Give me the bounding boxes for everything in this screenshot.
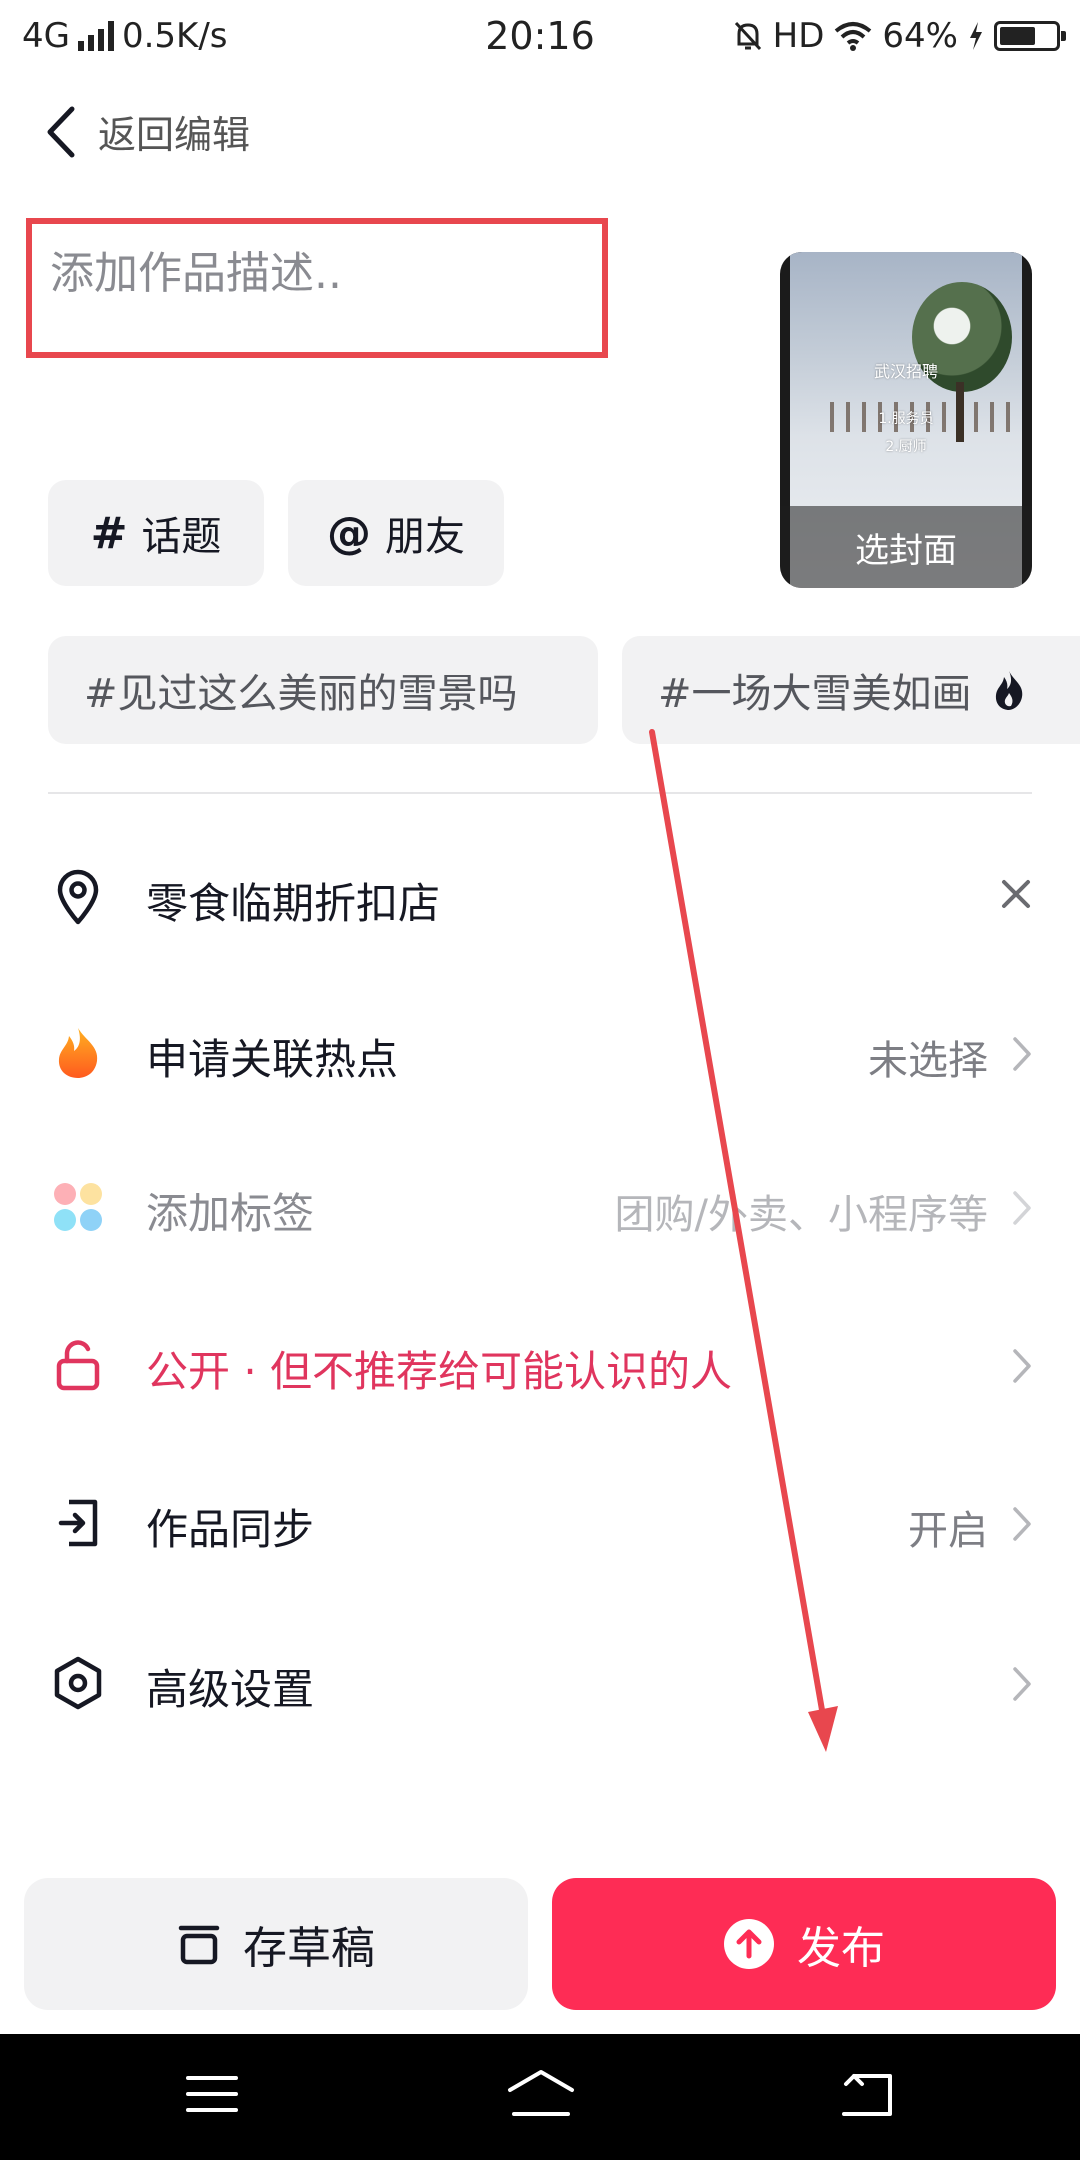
menu-icon[interactable] <box>186 2072 238 2116</box>
battery-percent: 64% <box>882 16 958 56</box>
upload-arrow-icon <box>724 1919 774 1969</box>
chevron-right-icon <box>1013 1349 1031 1383</box>
battery-icon <box>994 21 1066 51</box>
advanced-settings-row[interactable]: 高级设置 <box>0 1628 1080 1738</box>
tag-dots-icon <box>50 1177 106 1237</box>
add-tag-row[interactable]: 添加标签 团购/外卖、小程序等 <box>0 1152 1080 1262</box>
sync-icon <box>50 1493 106 1553</box>
location-row[interactable]: 零食临期折扣店 <box>0 842 1080 952</box>
hexagon-settings-icon <box>50 1653 106 1713</box>
chevron-right-icon <box>1013 1191 1031 1225</box>
divider <box>48 792 1032 794</box>
chevron-right-icon <box>1013 1037 1031 1071</box>
charging-icon <box>970 22 982 50</box>
chevron-left-icon <box>47 106 75 157</box>
hd-label: HD <box>772 16 825 56</box>
topic-label: 话题 <box>141 514 222 560</box>
fire-icon <box>995 671 1022 710</box>
publish-label: 发布 <box>797 1923 885 1974</box>
fire-icon <box>50 1023 106 1083</box>
mute-bell-icon <box>734 21 761 51</box>
status-bar: 4G 0.5K/s 20:16 HD 64% <box>0 0 1080 72</box>
home-icon[interactable] <box>506 2068 576 2118</box>
unlock-icon <box>50 1335 106 1395</box>
add-tag-value: 团购/外卖、小程序等 <box>614 1192 988 1238</box>
cover-overlay-line: 1.服务员 <box>878 411 934 427</box>
cover-overlay-title: 武汉招聘 <box>873 362 938 381</box>
hashtag-icon: # <box>90 507 128 559</box>
back-button[interactable]: 返回编辑 <box>46 104 250 159</box>
location-label: 零食临期折扣店 <box>146 879 441 928</box>
at-icon: @ <box>327 507 371 559</box>
topic-chip[interactable]: # 话题 <box>48 480 264 586</box>
suggested-tag-chip[interactable]: #见过这么美丽的雪景吗 <box>48 636 598 744</box>
select-cover-button[interactable]: 选封面 <box>780 506 1032 588</box>
suggested-tag-label: #一场大雪美如画 <box>658 671 972 717</box>
chevron-right-icon <box>1013 1507 1031 1541</box>
privacy-label: 公开 · 但不推荐给可能认识的人 <box>146 1347 733 1396</box>
sync-label: 作品同步 <box>146 1505 315 1554</box>
back-nav-icon[interactable] <box>840 2072 896 2118</box>
advanced-settings-label: 高级设置 <box>146 1665 315 1714</box>
publish-button[interactable]: 发布 <box>552 1878 1056 2010</box>
privacy-row[interactable]: 公开 · 但不推荐给可能认识的人 <box>0 1310 1080 1420</box>
add-tag-label: 添加标签 <box>146 1189 315 1238</box>
save-draft-label: 存草稿 <box>243 1923 375 1974</box>
suggested-tag-label: #见过这么美丽的雪景吗 <box>84 671 518 717</box>
save-draft-button[interactable]: 存草稿 <box>24 1878 528 2010</box>
location-pin-icon <box>50 867 106 927</box>
system-nav-bar <box>0 2034 1080 2160</box>
cover-thumbnail[interactable]: 武汉招聘 1.服务员 2.厨师 选封面 <box>780 252 1032 588</box>
description-highlight-box <box>26 218 608 358</box>
select-cover-label: 选封面 <box>855 530 957 571</box>
friend-chip[interactable]: @ 朋友 <box>288 480 504 586</box>
cover-overlay-line: 2.厨师 <box>885 439 927 455</box>
chevron-right-icon <box>1013 1667 1031 1701</box>
close-icon[interactable] <box>1000 878 1032 910</box>
hotspot-label: 申请关联热点 <box>146 1035 399 1084</box>
back-label: 返回编辑 <box>98 113 251 157</box>
suggested-tag-chip[interactable]: #一场大雪美如画 <box>622 636 1080 744</box>
hotspot-row[interactable]: 申请关联热点 未选择 <box>0 998 1080 1108</box>
friend-label: 朋友 <box>385 514 465 560</box>
description-input[interactable] <box>50 248 590 299</box>
sync-row[interactable]: 作品同步 开启 <box>0 1468 1080 1578</box>
sync-value: 开启 <box>908 1508 988 1554</box>
draft-box-icon <box>178 1925 220 1965</box>
hotspot-value: 未选择 <box>868 1038 988 1084</box>
wifi-icon <box>835 22 872 51</box>
